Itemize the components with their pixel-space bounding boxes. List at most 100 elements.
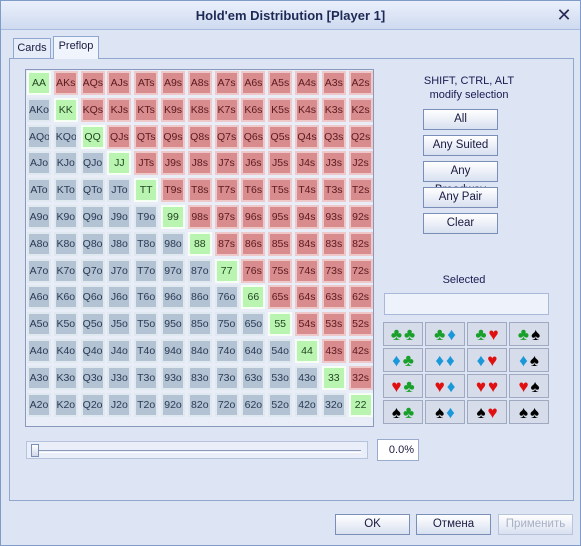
hand-cell-77[interactable]: 77 (214, 258, 239, 283)
hand-cell-Q2o[interactable]: Q2o (80, 392, 105, 417)
hand-cell-J9o[interactable]: J9o (107, 205, 132, 229)
hand-cell-A5s[interactable]: A5s (268, 71, 293, 95)
hand-cell-T5s[interactable]: T5s (268, 178, 293, 203)
hand-cell-QJs[interactable]: QJs (107, 124, 132, 149)
suit-combo-club-spade[interactable]: ♣ ♠ (509, 322, 549, 346)
hand-cell-A2s[interactable]: A2s (348, 71, 373, 95)
hand-cell-T7s[interactable]: T7s (214, 178, 239, 203)
tab-preflop[interactable]: Preflop (53, 36, 99, 59)
hand-cell-93s[interactable]: 93s (321, 205, 346, 229)
hand-cell-AQo[interactable]: AQo (27, 124, 51, 149)
clear-button[interactable]: Clear (423, 213, 498, 234)
hand-cell-52s[interactable]: 52s (348, 312, 373, 337)
hand-cell-87s[interactable]: 87s (214, 231, 239, 256)
hand-cell-A8o[interactable]: A8o (27, 231, 51, 256)
hand-cell-87o[interactable]: 87o (187, 258, 212, 283)
hand-cell-Q4o[interactable]: Q4o (80, 339, 105, 363)
hand-cell-Q8o[interactable]: Q8o (80, 231, 105, 256)
hand-cell-A3o[interactable]: A3o (27, 365, 51, 390)
hand-cell-43s[interactable]: 43s (321, 339, 346, 363)
hand-cell-T6s[interactable]: T6s (241, 178, 266, 203)
hand-cell-QJo[interactable]: QJo (80, 151, 105, 176)
hand-cell-63s[interactable]: 63s (321, 285, 346, 310)
suit-combo-diamond-spade[interactable]: ♦ ♠ (509, 348, 549, 372)
hand-cell-AJo[interactable]: AJo (27, 151, 51, 176)
hand-cell-Q3o[interactable]: Q3o (80, 365, 105, 390)
hand-cell-J8o[interactable]: J8o (107, 231, 132, 256)
hand-cell-32s[interactable]: 32s (348, 365, 373, 390)
hand-cell-96o[interactable]: 96o (161, 285, 185, 310)
hand-cell-86o[interactable]: 86o (187, 285, 212, 310)
hand-cell-98o[interactable]: 98o (161, 231, 185, 256)
hand-cell-J2s[interactable]: J2s (348, 151, 373, 176)
hand-cell-K4o[interactable]: K4o (53, 339, 78, 363)
hand-cell-Q4s[interactable]: Q4s (295, 124, 319, 149)
hand-cell-J4s[interactable]: J4s (295, 151, 319, 176)
range-slider[interactable] (26, 441, 368, 459)
hand-cell-92o[interactable]: 92o (161, 392, 185, 417)
hand-cell-86s[interactable]: 86s (241, 231, 266, 256)
hand-cell-KQo[interactable]: KQo (53, 124, 78, 149)
hand-cell-62o[interactable]: 62o (241, 392, 266, 417)
hand-cell-T7o[interactable]: T7o (134, 258, 159, 283)
ok-button[interactable]: OK (335, 514, 410, 535)
hand-cell-95o[interactable]: 95o (161, 312, 185, 337)
hand-cell-Q6o[interactable]: Q6o (80, 285, 105, 310)
hand-cell-K3o[interactable]: K3o (53, 365, 78, 390)
hand-cell-T2s[interactable]: T2s (348, 178, 373, 203)
hand-cell-76s[interactable]: 76s (241, 258, 266, 283)
hand-cell-32o[interactable]: 32o (321, 392, 346, 417)
hand-cell-T3s[interactable]: T3s (321, 178, 346, 203)
close-icon[interactable]: ✕ (554, 5, 574, 25)
hand-cell-64o[interactable]: 64o (241, 339, 266, 363)
hand-cell-K5o[interactable]: K5o (53, 312, 78, 337)
hand-cell-K6o[interactable]: K6o (53, 285, 78, 310)
hand-cell-J9s[interactable]: J9s (161, 151, 185, 176)
hand-cell-AA[interactable]: AA (27, 71, 51, 95)
hand-cell-84s[interactable]: 84s (295, 231, 319, 256)
hand-cell-JTo[interactable]: JTo (107, 178, 132, 203)
suit-combo-club-heart[interactable]: ♣ ♥ (467, 322, 507, 346)
hand-cell-J5s[interactable]: J5s (268, 151, 293, 176)
hand-cell-64s[interactable]: 64s (295, 285, 319, 310)
hand-cell-T4o[interactable]: T4o (134, 339, 159, 363)
suit-combo-spade-spade[interactable]: ♠ ♠ (509, 400, 549, 424)
hand-cell-A8s[interactable]: A8s (187, 71, 212, 95)
hand-cell-K8o[interactable]: K8o (53, 231, 78, 256)
hand-cell-62s[interactable]: 62s (348, 285, 373, 310)
hand-cell-J7s[interactable]: J7s (214, 151, 239, 176)
hand-cell-K5s[interactable]: K5s (268, 97, 293, 122)
hand-cell-44[interactable]: 44 (295, 339, 319, 363)
hand-cell-22[interactable]: 22 (348, 392, 373, 417)
hand-cell-J3s[interactable]: J3s (321, 151, 346, 176)
hand-cell-A6s[interactable]: A6s (241, 71, 266, 95)
hand-cell-KJo[interactable]: KJo (53, 151, 78, 176)
all-button[interactable]: All (423, 109, 498, 130)
hand-cell-Q9o[interactable]: Q9o (80, 205, 105, 229)
hand-cell-33[interactable]: 33 (321, 365, 346, 390)
hand-cell-53o[interactable]: 53o (268, 365, 293, 390)
hand-cell-53s[interactable]: 53s (321, 312, 346, 337)
hand-cell-ATs[interactable]: ATs (134, 71, 159, 95)
hand-cell-42s[interactable]: 42s (348, 339, 373, 363)
hand-cell-65s[interactable]: 65s (268, 285, 293, 310)
hand-cell-AKs[interactable]: AKs (53, 71, 78, 95)
hand-cell-AKo[interactable]: AKo (27, 97, 51, 122)
hand-cell-TT[interactable]: TT (134, 178, 159, 203)
suit-combo-diamond-diamond[interactable]: ♦ ♦ (425, 348, 465, 372)
hand-cell-K6s[interactable]: K6s (241, 97, 266, 122)
hand-cell-75o[interactable]: 75o (214, 312, 239, 337)
hand-cell-63o[interactable]: 63o (241, 365, 266, 390)
suit-combo-club-diamond[interactable]: ♣ ♦ (425, 322, 465, 346)
hand-cell-A2o[interactable]: A2o (27, 392, 51, 417)
hand-cell-T6o[interactable]: T6o (134, 285, 159, 310)
suit-combo-heart-diamond[interactable]: ♥ ♦ (425, 374, 465, 398)
hand-cell-QQ[interactable]: QQ (80, 124, 105, 149)
hand-cell-T5o[interactable]: T5o (134, 312, 159, 337)
apply-button[interactable]: Применить (498, 514, 573, 535)
hand-cell-KQs[interactable]: KQs (80, 97, 105, 122)
hand-cell-95s[interactable]: 95s (268, 205, 293, 229)
slider-thumb[interactable] (31, 444, 39, 457)
hand-cell-99[interactable]: 99 (161, 205, 185, 229)
hand-cell-T4s[interactable]: T4s (295, 178, 319, 203)
